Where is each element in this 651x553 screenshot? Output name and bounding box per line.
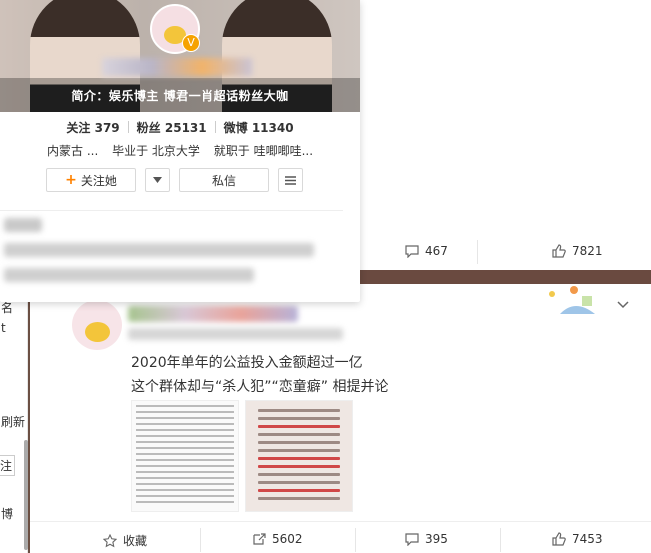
prev-comment-count: 467	[425, 244, 448, 258]
prev-like-count: 7821	[572, 244, 603, 258]
follow-button-label: 关注她	[80, 173, 117, 188]
more-menu-button[interactable]	[278, 168, 303, 192]
prev-like-button[interactable]: 7821	[552, 244, 603, 258]
weibo-label: 微博	[223, 121, 248, 135]
fans-stat[interactable]: 粉丝 25131	[137, 119, 207, 136]
repost-button[interactable]: 5602	[252, 532, 303, 546]
repost-count: 5602	[272, 532, 303, 546]
profile-stats: 关注 379 粉丝 25131 微博 11340	[0, 119, 360, 136]
profile-work: 就职于 哇唧唧哇...	[213, 144, 314, 158]
profile-location: 内蒙古 ...	[47, 144, 99, 158]
profile-name-blurred[interactable]	[102, 58, 252, 76]
profile-intro: 简介：娱乐博主 博君一肖超话粉丝大咖	[71, 89, 289, 103]
action-divider	[355, 528, 356, 552]
weibo-count: 11340	[251, 121, 294, 135]
follow-stat[interactable]: 关注 379	[66, 119, 119, 136]
post-author-name-blurred[interactable]	[128, 306, 298, 322]
stat-separator	[214, 121, 216, 133]
action-divider	[500, 528, 501, 552]
prev-comment-button[interactable]: 467	[405, 244, 448, 258]
previous-post-image-edge	[360, 270, 651, 284]
fans-label: 粉丝	[136, 121, 161, 135]
decoration-card-image	[549, 286, 595, 314]
repost-icon	[253, 533, 266, 545]
post-text-line: 这个群体却与“杀人犯”“恋童癖” 相提并论	[131, 379, 389, 395]
message-button[interactable]: 私信	[179, 168, 269, 192]
blurred-text	[4, 243, 314, 257]
post-image-table[interactable]	[131, 400, 239, 512]
like-button[interactable]: 7453	[552, 532, 603, 546]
left-char: 博	[1, 507, 14, 521]
post-text-line: 2020年单年的公益投入金额超过一亿	[131, 355, 363, 371]
plus-icon: +	[65, 172, 77, 188]
left-refresh[interactable]: 刷新	[1, 413, 25, 430]
comment-icon	[405, 245, 419, 258]
follow-label: 关注	[66, 121, 91, 135]
action-divider	[477, 240, 478, 264]
blurred-text	[4, 218, 42, 232]
collect-button[interactable]: 收藏	[103, 532, 147, 549]
blurred-text	[4, 268, 254, 282]
left-button[interactable]: 注	[0, 455, 16, 476]
star-icon	[103, 533, 117, 547]
action-divider	[200, 528, 201, 552]
message-button-label: 私信	[211, 173, 236, 188]
profile-school: 毕业于 北京大学	[112, 144, 200, 158]
left-scrollbar[interactable]	[24, 440, 28, 550]
fans-count: 25131	[164, 121, 207, 135]
verified-badge: V	[182, 34, 200, 52]
menu-icon	[285, 175, 296, 185]
weibo-stat[interactable]: 微博 11340	[224, 119, 294, 136]
chevron-down-icon	[153, 177, 162, 183]
stat-separator	[127, 121, 129, 133]
collect-label: 收藏	[123, 534, 148, 548]
profile-meta: 内蒙古 ... 毕业于 北京大学 就职于 哇唧唧哇...	[47, 142, 323, 159]
comment-count: 395	[425, 532, 448, 546]
like-count: 7453	[572, 532, 603, 546]
post-image-notice[interactable]	[245, 400, 353, 512]
card-divider	[0, 210, 343, 211]
profile-popup-card: 简介：娱乐博主 博君一肖超话粉丝大咖 V 关注 379 粉丝 25131 微博 …	[0, 0, 360, 302]
like-icon	[552, 532, 566, 546]
left-char: t	[1, 321, 6, 335]
chevron-down-icon[interactable]	[616, 298, 630, 312]
follow-dropdown-button[interactable]	[145, 168, 170, 192]
comment-icon	[405, 533, 419, 546]
comment-button[interactable]: 395	[405, 532, 448, 546]
follow-count: 379	[94, 121, 120, 135]
post-avatar[interactable]	[72, 300, 122, 350]
like-icon	[552, 244, 566, 258]
post-timestamp-blurred	[128, 328, 343, 340]
action-bar-divider	[30, 521, 651, 522]
follow-button[interactable]: + 关注她	[46, 168, 136, 192]
